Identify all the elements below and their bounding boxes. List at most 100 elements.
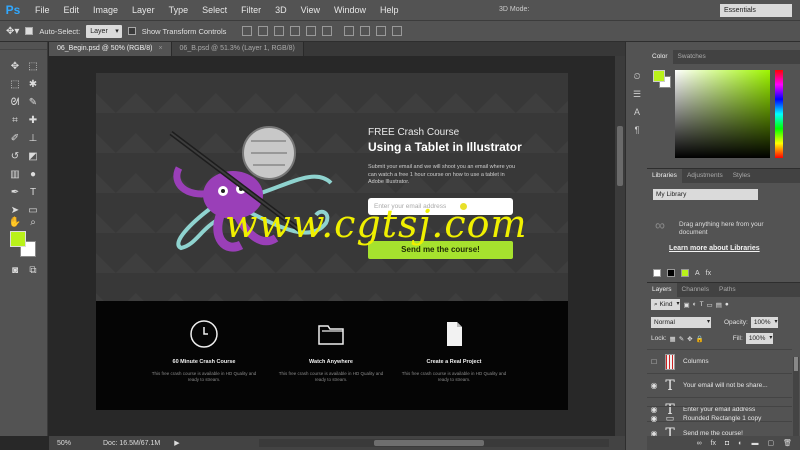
menu-edit[interactable]: Edit [57, 0, 87, 20]
zoom-icon[interactable]: ⌕ [26, 216, 40, 230]
library-dropdown[interactable]: My Library [653, 189, 758, 200]
menu-type[interactable]: Type [162, 0, 196, 20]
link-layers-icon[interactable]: ∞ [697, 440, 702, 447]
filter-toggle-icon[interactable]: ● [725, 301, 729, 308]
new-group-icon[interactable]: ▬ [751, 440, 758, 447]
auto-select-dropdown[interactable]: Layer [86, 24, 122, 38]
foreground-color-swatch[interactable] [10, 231, 26, 247]
add-style-icon[interactable]: fx [711, 440, 716, 447]
eye-icon[interactable]: ◉ [647, 414, 661, 423]
scroll-thumb[interactable] [374, 440, 484, 446]
distribute-2-icon[interactable] [360, 26, 371, 36]
blur-icon[interactable]: ● [26, 168, 40, 182]
hand-icon[interactable]: ✋ [8, 216, 22, 230]
menu-image[interactable]: Image [86, 0, 125, 20]
move-tool-preset-icon[interactable]: ✥▾ [6, 26, 19, 37]
scroll-thumb[interactable] [794, 357, 798, 371]
layers-scrollbar[interactable] [793, 357, 799, 447]
tab-06-begin[interactable]: 06_Begin.psd @ 50% (RGB/8) × [49, 42, 172, 56]
lock-all-icon[interactable]: 🔒 [696, 335, 704, 343]
delete-layer-icon[interactable]: 🗑 [783, 439, 792, 447]
type-icon[interactable]: T [26, 186, 40, 200]
close-tab-icon[interactable]: × [158, 45, 162, 52]
tab-color[interactable]: Color [647, 50, 673, 64]
filter-type-icon[interactable]: T [700, 301, 704, 308]
move-icon[interactable]: ✥ [8, 60, 22, 74]
align-middle-icon[interactable] [258, 26, 269, 36]
distribute-4-icon[interactable] [392, 26, 403, 36]
color-field[interactable] [675, 70, 770, 158]
eyedropper-icon[interactable]: ✎ [26, 96, 40, 110]
artboard-icon[interactable]: ⬚ [26, 60, 40, 74]
menu-filter[interactable]: Filter [234, 0, 268, 20]
add-mask-icon[interactable]: ◘ [725, 440, 729, 447]
new-layer-icon[interactable]: ▢ [767, 439, 774, 447]
distribute-icon[interactable] [344, 26, 355, 36]
history-icon[interactable]: ⏲ [631, 70, 643, 82]
character-icon[interactable]: A [631, 106, 643, 118]
filter-kind-dropdown[interactable]: ⌕ Kind [651, 299, 681, 310]
hue-slider[interactable] [775, 70, 783, 158]
lasso-icon[interactable]: ᘛ [8, 96, 22, 110]
menu-select[interactable]: Select [195, 0, 234, 20]
layer-row[interactable]: ◉ T Your email will not be share... [647, 373, 792, 397]
tab-layers[interactable]: Layers [647, 283, 677, 297]
adjustment-layer-icon[interactable]: ◐ [738, 440, 742, 447]
stamp-icon[interactable]: ⊥ [26, 132, 40, 146]
menu-view[interactable]: View [294, 0, 327, 20]
menu-layer[interactable]: Layer [125, 0, 162, 20]
show-transform-checkbox[interactable] [127, 27, 136, 35]
lock-pixels-icon[interactable]: ✎ [679, 335, 684, 343]
filter-adjust-icon[interactable]: ◐ [693, 301, 697, 308]
doc-size[interactable]: Doc: 16.5M/67.1M [103, 440, 160, 447]
swatch-green[interactable] [681, 269, 689, 277]
filter-pixel-icon[interactable]: ▣ [683, 301, 689, 309]
menu-window[interactable]: Window [327, 0, 373, 20]
scroll-thumb[interactable] [617, 126, 623, 186]
auto-select-checkbox[interactable] [25, 27, 34, 35]
gradient-icon[interactable]: ▥ [8, 168, 22, 182]
menu-file[interactable]: File [28, 0, 57, 20]
eye-icon[interactable]: ◉ [647, 381, 661, 390]
menu-3d[interactable]: 3D [268, 0, 294, 20]
menu-help[interactable]: Help [373, 0, 406, 20]
screen-mode-icon[interactable]: ⧉ [26, 264, 40, 278]
align-right-icon[interactable] [322, 26, 333, 36]
tab-swatches[interactable]: Swatches [673, 50, 711, 64]
swatch-white[interactable] [653, 269, 661, 277]
layer-style-icon[interactable]: fx [706, 270, 711, 277]
paragraph-icon[interactable]: ¶ [631, 124, 643, 136]
eraser-icon[interactable]: ◩ [26, 150, 40, 164]
brush-icon[interactable]: ✐ [8, 132, 22, 146]
blend-mode-dropdown[interactable]: Normal [651, 317, 711, 328]
tab-channels[interactable]: Channels [677, 283, 714, 297]
layer-row[interactable]: ◉ ▭ Rounded Rectangle 1 copy [647, 406, 792, 430]
align-top-icon[interactable] [242, 26, 253, 36]
magic-wand-icon[interactable]: ✱ [26, 78, 40, 92]
quick-mask-icon[interactable]: ◙ [8, 264, 22, 278]
healing-icon[interactable]: ✚ [26, 114, 40, 128]
align-center-icon[interactable] [306, 26, 317, 36]
tab-adjustments[interactable]: Adjustments [682, 169, 728, 183]
status-menu-icon[interactable]: ▶ [174, 439, 179, 447]
learn-more-link[interactable]: Learn more about Libraries [669, 245, 760, 252]
tab-paths[interactable]: Paths [714, 283, 741, 297]
zoom-level[interactable]: 50% [57, 440, 87, 447]
align-left-icon[interactable] [290, 26, 301, 36]
properties-icon[interactable]: ☰ [631, 88, 643, 100]
marquee-icon[interactable]: ⬚ [8, 78, 22, 92]
visibility-toggle-off[interactable]: □ [647, 357, 661, 366]
workspace-switcher[interactable]: Essentials [720, 4, 792, 17]
character-style-icon[interactable]: A [695, 270, 700, 277]
filter-shape-icon[interactable]: ▭ [707, 301, 713, 309]
lock-position-icon[interactable]: ✥ [687, 335, 692, 343]
tools-grip[interactable] [0, 42, 47, 50]
distribute-3-icon[interactable] [376, 26, 387, 36]
lock-transparent-icon[interactable]: ▦ [670, 335, 676, 343]
fill-field[interactable]: 100% [745, 333, 774, 344]
align-bottom-icon[interactable] [274, 26, 285, 36]
swatch-black[interactable] [667, 269, 675, 277]
vertical-scrollbar[interactable] [615, 56, 625, 436]
pen-icon[interactable]: ✒ [8, 186, 22, 200]
layer-row[interactable]: □ Columns [647, 349, 792, 373]
